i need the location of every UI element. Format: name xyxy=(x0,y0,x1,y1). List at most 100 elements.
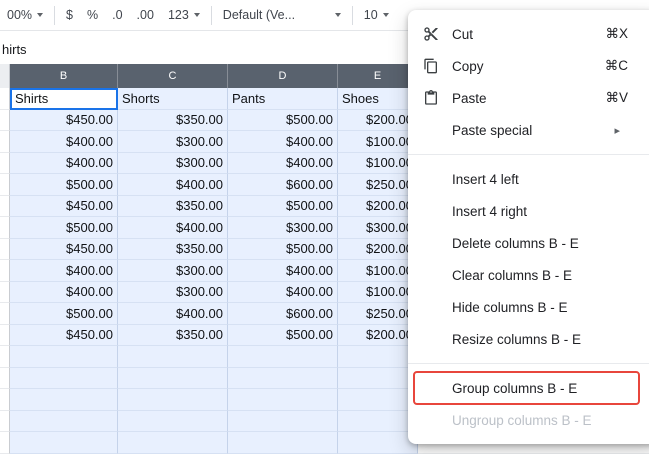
cell-C7[interactable]: $400.00 xyxy=(118,217,228,239)
menu-item-delete-columns-b-e[interactable]: Delete columns B - E xyxy=(408,227,649,259)
cell-B10[interactable]: $400.00 xyxy=(10,282,118,304)
cell-D14[interactable] xyxy=(228,368,338,390)
cell-E7[interactable]: $300.00 xyxy=(338,217,418,239)
column-header-e[interactable]: E xyxy=(338,64,418,88)
more-formats-button[interactable]: 123 xyxy=(161,0,207,30)
cell-D16[interactable] xyxy=(228,411,338,433)
cell-B11[interactable]: $500.00 xyxy=(10,303,118,325)
increase-decimal-button[interactable]: .00 xyxy=(130,0,161,30)
cell-D8[interactable]: $500.00 xyxy=(228,239,338,261)
format-currency-button[interactable]: $ xyxy=(59,0,80,30)
menu-item-ungroup-columns-b-e: Ungroup columns B - E xyxy=(408,404,649,436)
font-name-value: Default (Ve... xyxy=(223,8,295,22)
cell-B7[interactable]: $500.00 xyxy=(10,217,118,239)
cell-E15[interactable] xyxy=(338,389,418,411)
cell-C17[interactable] xyxy=(118,432,228,454)
cell-B6[interactable]: $450.00 xyxy=(10,196,118,218)
cell-C15[interactable] xyxy=(118,389,228,411)
cell-D9[interactable]: $400.00 xyxy=(228,260,338,282)
cell-E12[interactable]: $200.00 xyxy=(338,325,418,347)
zoom-control[interactable]: 00% xyxy=(0,0,50,30)
cell-C13[interactable] xyxy=(118,346,228,368)
cell-C12[interactable]: $350.00 xyxy=(118,325,228,347)
menu-item-hide-columns-b-e[interactable]: Hide columns B - E xyxy=(408,291,649,323)
cell-E2[interactable]: $200.00 xyxy=(338,110,418,132)
cell-C1[interactable]: Shorts xyxy=(118,88,228,110)
cell-C16[interactable] xyxy=(118,411,228,433)
menu-item-group-columns-b-e[interactable]: Group columns B - E xyxy=(408,372,649,404)
cell-C11[interactable]: $400.00 xyxy=(118,303,228,325)
cell-D1[interactable]: Pants xyxy=(228,88,338,110)
cell-B15[interactable] xyxy=(10,389,118,411)
cell-B3[interactable]: $400.00 xyxy=(10,131,118,153)
cell-D15[interactable] xyxy=(228,389,338,411)
formula-bar-value: hirts xyxy=(2,42,27,57)
cell-C9[interactable]: $300.00 xyxy=(118,260,228,282)
cell-E4[interactable]: $100.00 xyxy=(338,153,418,175)
cell-B2[interactable]: $450.00 xyxy=(10,110,118,132)
cell-B1[interactable]: Shirts xyxy=(10,88,118,110)
cell-E10[interactable]: $100.00 xyxy=(338,282,418,304)
cell-B13[interactable] xyxy=(10,346,118,368)
cell-E16[interactable] xyxy=(338,411,418,433)
cell-E5[interactable]: $250.00 xyxy=(338,174,418,196)
menu-item-cut[interactable]: Cut⌘X xyxy=(408,18,649,50)
cell-B14[interactable] xyxy=(10,368,118,390)
cell-C8[interactable]: $350.00 xyxy=(118,239,228,261)
cell-E8[interactable]: $200.00 xyxy=(338,239,418,261)
cell-D6[interactable]: $500.00 xyxy=(228,196,338,218)
menu-item-paste[interactable]: Paste⌘V xyxy=(408,82,649,114)
row-header-sliver xyxy=(0,432,10,454)
cell-B16[interactable] xyxy=(10,411,118,433)
cell-C10[interactable]: $300.00 xyxy=(118,282,228,304)
menu-item-insert-4-left[interactable]: Insert 4 left xyxy=(408,163,649,195)
cell-E14[interactable] xyxy=(338,368,418,390)
cell-C6[interactable]: $350.00 xyxy=(118,196,228,218)
cell-D2[interactable]: $500.00 xyxy=(228,110,338,132)
row-header-sliver xyxy=(0,88,10,110)
cell-D3[interactable]: $400.00 xyxy=(228,131,338,153)
cell-D11[interactable]: $600.00 xyxy=(228,303,338,325)
cell-E3[interactable]: $100.00 xyxy=(338,131,418,153)
menu-item-copy[interactable]: Copy⌘C xyxy=(408,50,649,82)
cell-D4[interactable]: $400.00 xyxy=(228,153,338,175)
cell-D5[interactable]: $600.00 xyxy=(228,174,338,196)
chevron-down-icon xyxy=(335,13,341,17)
cell-E1[interactable]: Shoes xyxy=(338,88,418,110)
font-size-selector[interactable]: 10 xyxy=(357,0,396,30)
cell-D13[interactable] xyxy=(228,346,338,368)
cell-D7[interactable]: $300.00 xyxy=(228,217,338,239)
cell-C3[interactable]: $300.00 xyxy=(118,131,228,153)
column-header-b[interactable]: B xyxy=(10,64,118,88)
menu-item-clear-columns-b-e[interactable]: Clear columns B - E xyxy=(408,259,649,291)
cell-C2[interactable]: $350.00 xyxy=(118,110,228,132)
cell-D17[interactable] xyxy=(228,432,338,454)
cell-B17[interactable] xyxy=(10,432,118,454)
cell-B8[interactable]: $450.00 xyxy=(10,239,118,261)
column-header-c[interactable]: C xyxy=(118,64,228,88)
format-percent-button[interactable]: % xyxy=(80,0,105,30)
cell-E11[interactable]: $250.00 xyxy=(338,303,418,325)
toolbar-divider xyxy=(54,6,55,25)
cell-B4[interactable]: $400.00 xyxy=(10,153,118,175)
cell-B12[interactable]: $450.00 xyxy=(10,325,118,347)
cell-E13[interactable] xyxy=(338,346,418,368)
cell-E6[interactable]: $200.00 xyxy=(338,196,418,218)
cell-C14[interactable] xyxy=(118,368,228,390)
menu-item-insert-4-right[interactable]: Insert 4 right xyxy=(408,195,649,227)
menu-item-label: Ungroup columns B - E xyxy=(452,413,644,428)
menu-item-resize-columns-b-e[interactable]: Resize columns B - E xyxy=(408,323,649,355)
menu-item-label: Paste xyxy=(452,91,593,106)
font-selector[interactable]: Default (Ve... xyxy=(216,0,348,30)
cell-D12[interactable]: $500.00 xyxy=(228,325,338,347)
column-header-d[interactable]: D xyxy=(228,64,338,88)
cell-B5[interactable]: $500.00 xyxy=(10,174,118,196)
cell-D10[interactable]: $400.00 xyxy=(228,282,338,304)
cell-C4[interactable]: $300.00 xyxy=(118,153,228,175)
cell-B9[interactable]: $400.00 xyxy=(10,260,118,282)
decrease-decimal-button[interactable]: .0 xyxy=(105,0,129,30)
cell-E17[interactable] xyxy=(338,432,418,454)
menu-item-paste-special[interactable]: Paste special▸ xyxy=(408,114,649,146)
cell-E9[interactable]: $100.00 xyxy=(338,260,418,282)
cell-C5[interactable]: $400.00 xyxy=(118,174,228,196)
